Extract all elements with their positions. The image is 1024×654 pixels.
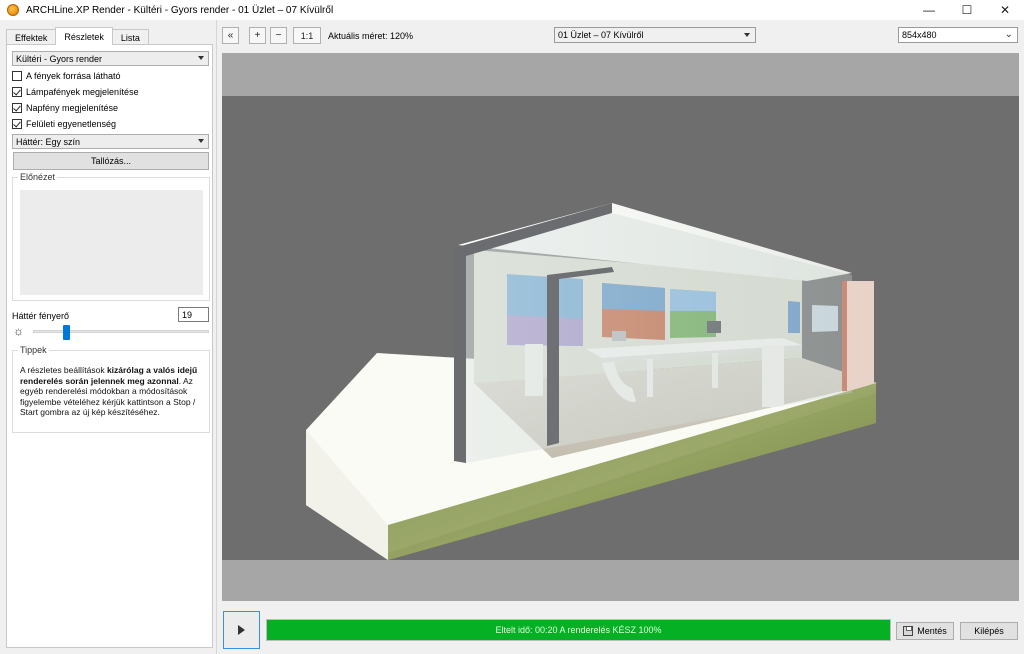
checkbox-box[interactable] <box>12 118 22 129</box>
preview-group: Előnézet <box>12 172 210 301</box>
tab-list[interactable]: Lista <box>111 29 149 45</box>
render-viewport[interactable] <box>222 53 1019 601</box>
brightness-slider-thumb[interactable] <box>62 325 70 340</box>
maximize-button[interactable]: ☐ <box>948 0 986 20</box>
close-button[interactable]: ✕ <box>986 0 1024 20</box>
view-toolbar: « + − 1:1 Aktuális méret: 120% 01 Üzlet … <box>218 20 1024 53</box>
chevron-down-icon: ⌄ <box>1004 29 1013 40</box>
chevron-down-icon <box>198 139 204 143</box>
chevron-down-icon <box>744 33 750 37</box>
tips-text-part: A részletes beállítások <box>20 365 107 375</box>
view-select-value: 01 Üzlet – 07 Kívülről <box>558 30 644 40</box>
background-select-value: Háttér: Egy szín <box>16 136 81 147</box>
checkbox-surface-roughness[interactable]: Felületi egyenetlenség <box>12 117 116 130</box>
zoom-out-button[interactable]: − <box>270 27 287 44</box>
sun-icon: ☼ <box>13 324 24 338</box>
checkbox-label: Lámpafények megjelenítése <box>26 86 139 97</box>
collapse-panel-button[interactable]: « <box>222 27 239 44</box>
tab-effects[interactable]: Effektek <box>6 29 57 45</box>
checkbox-box[interactable] <box>12 102 22 113</box>
checkbox-light-sources-visible[interactable]: A fények forrása látható <box>12 69 121 82</box>
checkbox-lamp-lights[interactable]: Lámpafények megjelenítése <box>12 85 139 98</box>
preview-image <box>20 190 203 295</box>
checkbox-sunlight[interactable]: Napfény megjelenítése <box>12 101 118 114</box>
play-icon <box>238 625 245 635</box>
checkbox-box[interactable] <box>12 70 22 81</box>
chevron-down-icon <box>198 56 204 60</box>
save-button-label: Mentés <box>917 626 947 636</box>
zoom-in-icon: + <box>254 30 261 41</box>
floppy-disk-icon <box>903 626 914 636</box>
title-bar: ARCHLine.XP Render - Kültéri - Gyors ren… <box>0 0 1024 20</box>
resolution-select-value: 854x480 <box>902 30 937 40</box>
progress-text: Eltelt idő: 00:20 A renderelés KÉSZ 100% <box>495 625 662 635</box>
browse-button[interactable]: Tallózás... <box>13 152 209 170</box>
exit-button[interactable]: Kilépés <box>960 622 1018 640</box>
tab-details[interactable]: Részletek <box>55 27 113 45</box>
actual-size-button[interactable]: 1:1 <box>293 27 321 44</box>
view-select[interactable]: 01 Üzlet – 07 Kívülről <box>554 27 756 43</box>
brightness-slider-track[interactable] <box>33 330 209 333</box>
minimize-button[interactable]: — <box>910 0 948 20</box>
preview-label: Előnézet <box>18 172 58 182</box>
checkbox-label: Felületi egyenetlenség <box>26 118 117 129</box>
current-size-label: Aktuális méret: 120% <box>328 31 414 41</box>
background-select[interactable]: Háttér: Egy szín <box>12 134 209 149</box>
rendered-image <box>306 203 877 560</box>
checkbox-box[interactable] <box>12 86 22 97</box>
brightness-input[interactable]: 19 <box>178 307 209 322</box>
render-progress-bar: Eltelt idő: 00:20 A renderelés KÉSZ 100% <box>266 619 891 641</box>
resolution-select[interactable]: 854x480 ⌄ <box>898 27 1018 43</box>
zoom-out-icon: − <box>275 30 282 41</box>
tips-label: Tippek <box>18 345 49 355</box>
checkbox-label: Napfény megjelenítése <box>26 102 119 113</box>
save-button[interactable]: Mentés <box>896 622 954 640</box>
details-tab-panel: Kültéri - Gyors render A fények forrása … <box>6 44 213 648</box>
tab-bar: Effektek Részletek Lista <box>6 27 149 45</box>
double-chevron-left-icon: « <box>227 30 234 41</box>
window-title: ARCHLine.XP Render - Kültéri - Gyors ren… <box>26 4 334 16</box>
settings-panel: Effektek Részletek Lista Kültéri - Gyors… <box>0 20 217 654</box>
brightness-label: Háttér fényerő <box>12 311 70 321</box>
app-icon <box>7 4 19 16</box>
preset-select[interactable]: Kültéri - Gyors render <box>12 51 209 66</box>
checkbox-label: A fények forrása látható <box>26 70 121 81</box>
status-bar: Eltelt idő: 00:20 A renderelés KÉSZ 100%… <box>218 606 1024 654</box>
tips-group: Tippek A részletes beállítások kizárólag… <box>12 345 210 433</box>
start-render-button[interactable] <box>223 611 260 649</box>
preset-select-value: Kültéri - Gyors render <box>16 53 103 64</box>
zoom-in-button[interactable]: + <box>249 27 266 44</box>
tips-text: A részletes beállítások kizárólag a való… <box>20 365 208 418</box>
